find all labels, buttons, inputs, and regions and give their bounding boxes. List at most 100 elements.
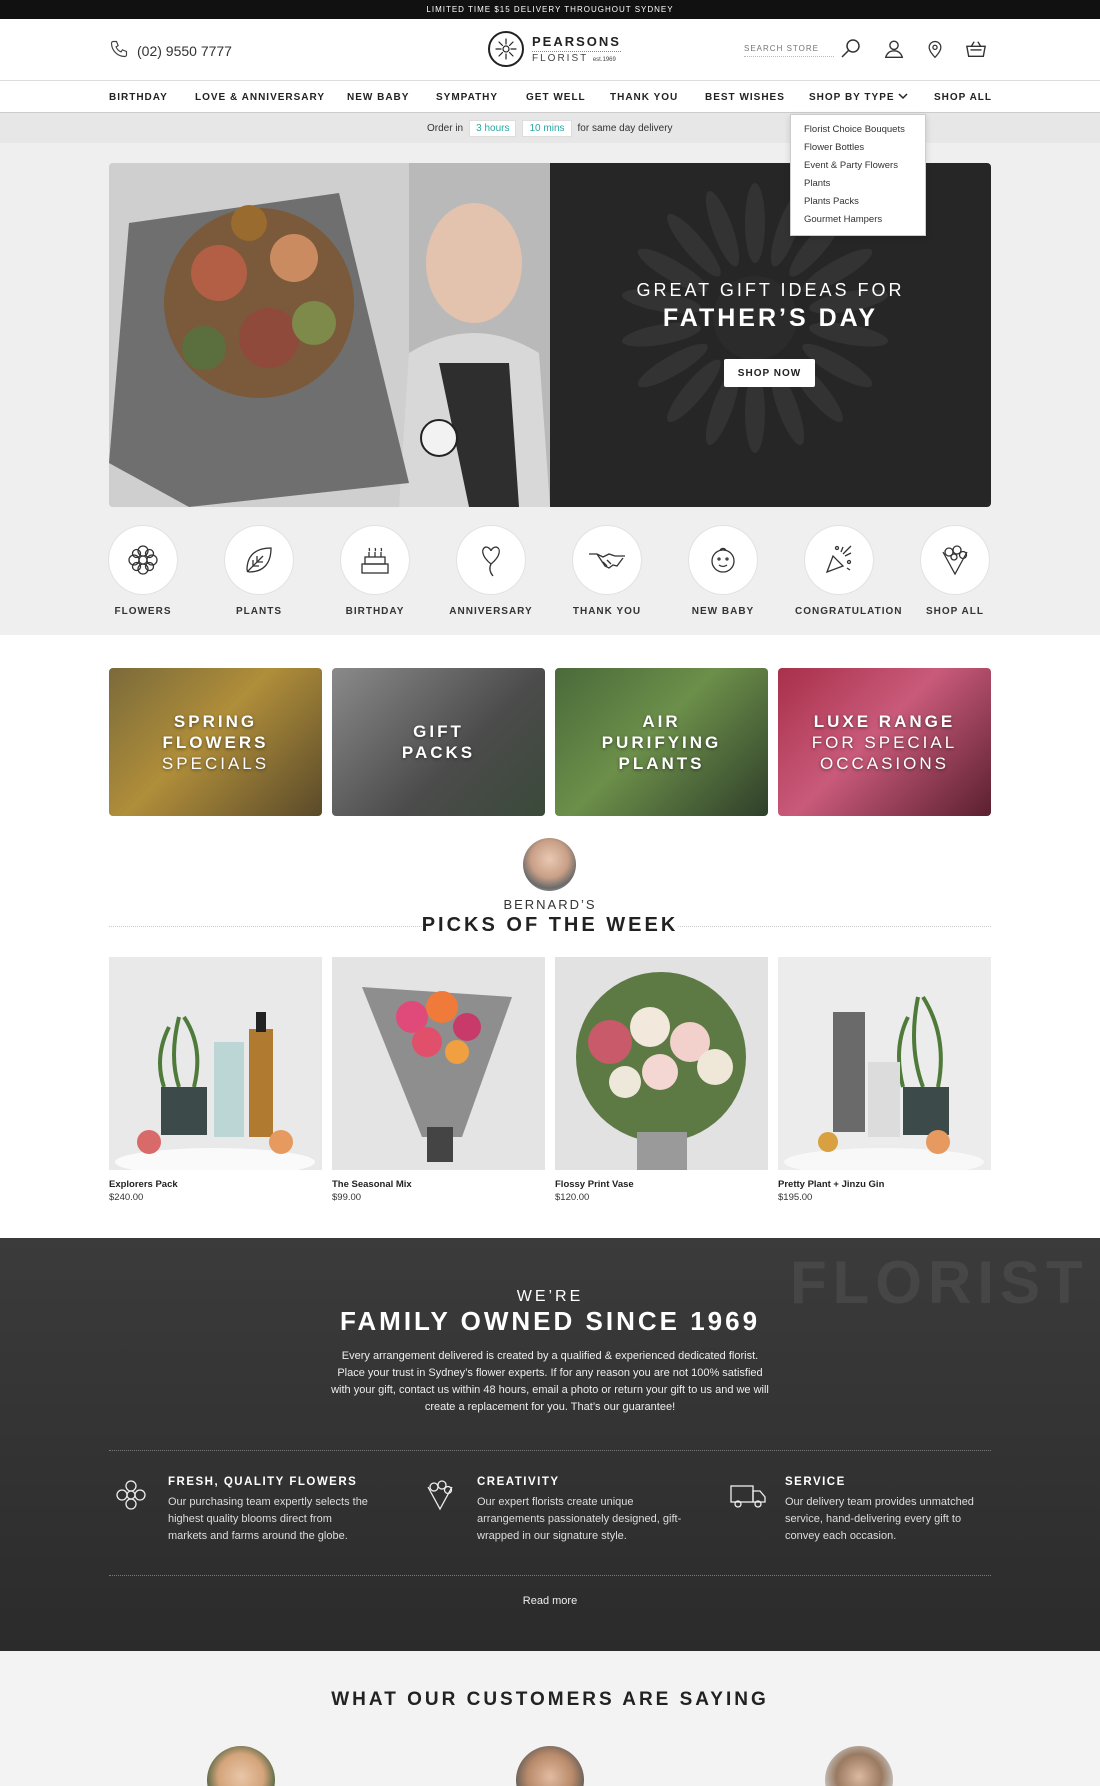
category-label: ANNIVERSARY (449, 606, 533, 617)
dropdown-item[interactable]: Plants Packs (804, 193, 925, 211)
shop-now-button[interactable]: SHOP NOW (724, 359, 815, 387)
category-new-baby[interactable]: NEW BABY (679, 526, 767, 617)
nav-item-new-baby[interactable]: NEW BABY (347, 92, 409, 103)
phone-link[interactable]: (02) 9550 7777 (109, 39, 232, 62)
delivery-countdown: Order in 3 hours 10 mins for same day de… (0, 113, 1100, 143)
logo-est: est.1969 (592, 57, 616, 63)
testimonials-title: WHAT OUR CUSTOMERS ARE SAYING (331, 1689, 769, 1710)
bouquet-icon (921, 526, 989, 594)
divider (109, 926, 422, 927)
delivery-truck-icon (729, 1476, 767, 1514)
product-price: $195.00 (778, 1192, 813, 1203)
category-thank-you[interactable]: THANK YOU (563, 526, 651, 617)
dropdown-item[interactable]: Event & Party Flowers (804, 157, 925, 175)
tile-title: SPRING FLOWERS SPECIALS (161, 711, 270, 773)
tile-luxe-range[interactable]: LUXE RANGE FOR SPECIAL OCCASIONS (778, 668, 991, 816)
product-price: $99.00 (332, 1192, 362, 1203)
location-icon[interactable] (922, 36, 948, 62)
cake-icon (341, 526, 409, 594)
divider (678, 926, 991, 927)
hero-photo[interactable] (109, 163, 550, 507)
promo-banner: LIMITED TIME $15 DELIVERY THROUGHOUT SYD… (0, 0, 1100, 19)
site-header: (02) 9550 7777 PEARSONS FLORIST est.1969 (0, 19, 1100, 81)
promo-text: LIMITED TIME $15 DELIVERY THROUGHOUT SYD… (426, 5, 674, 14)
picks-subtitle: BERNARD’S (503, 897, 597, 912)
basket-icon[interactable] (963, 36, 989, 62)
category-label: CONGRATULATION (795, 606, 903, 617)
phone-number: (02) 9550 7777 (137, 42, 232, 59)
nav-item-thank-you[interactable]: THANK YOU (610, 92, 678, 103)
tile-gift-packs[interactable]: GIFT PACKS (332, 668, 545, 816)
chevron-down-icon (898, 92, 908, 103)
nav-item-sympathy[interactable]: SYMPATHY (436, 92, 498, 103)
product-card[interactable]: The Seasonal Mix $99.00 (332, 957, 545, 1203)
search-icon[interactable] (838, 36, 864, 62)
nav-item-label: SHOP BY TYPE (809, 92, 895, 103)
tile-spring-flowers[interactable]: SPRING FLOWERS SPECIALS (109, 668, 322, 816)
nav-item-best-wishes[interactable]: BEST WISHES (705, 92, 785, 103)
product-name[interactable]: Explorers Pack (109, 1179, 322, 1190)
product-card[interactable]: Explorers Pack $240.00 (109, 957, 322, 1203)
feature-title: CREATIVITY (477, 1476, 560, 1488)
product-card[interactable]: Flossy Print Vase $120.00 (555, 957, 768, 1203)
product-name[interactable]: Flossy Print Vase (555, 1179, 768, 1190)
party-popper-icon (805, 526, 873, 594)
category-label: NEW BABY (691, 606, 755, 617)
family-subtitle: WE’RE (516, 1288, 584, 1305)
family-title: FAMILY OWNED SINCE 1969 (339, 1306, 761, 1336)
product-image[interactable] (555, 957, 768, 1170)
feature-text: Our delivery team provides unmatched ser… (785, 1496, 974, 1542)
product-price: $120.00 (555, 1192, 590, 1203)
search-input[interactable] (744, 41, 834, 57)
category-congratulation[interactable]: CONGRATULATION (795, 526, 903, 617)
flower-icon (109, 526, 177, 594)
nav-item-love-anniversary[interactable]: LOVE & ANNIVERSARY (195, 92, 325, 103)
category-flowers[interactable]: FLOWERS (99, 526, 187, 617)
nav-item-shop-by-type[interactable]: SHOP BY TYPE (809, 92, 908, 103)
product-image[interactable] (778, 957, 991, 1170)
product-price: $240.00 (109, 1192, 144, 1203)
delivery-suffix: for same day delivery (577, 123, 673, 134)
logo-name: PEARSONS (532, 34, 621, 49)
customer-avatar (825, 1746, 893, 1786)
nav-item-shop-all[interactable]: SHOP ALL (934, 92, 992, 103)
heart-balloon-icon (457, 526, 525, 594)
category-anniversary[interactable]: ANNIVERSARY (447, 526, 535, 617)
flower-icon (112, 1476, 150, 1514)
dropdown-item[interactable]: Flower Bottles (804, 139, 925, 157)
product-name[interactable]: The Seasonal Mix (332, 1179, 545, 1190)
hero-title: FATHER’S DAY (662, 304, 879, 332)
nav-item-birthday[interactable]: BIRTHDAY (109, 92, 168, 103)
product-name[interactable]: Pretty Plant + Jinzu Gin (778, 1179, 991, 1190)
tile-air-purifying-plants[interactable]: AIR PURIFYING PLANTS (555, 668, 768, 816)
category-label: BIRTHDAY (345, 606, 405, 617)
site-logo[interactable]: PEARSONS FLORIST est.1969 (488, 31, 621, 67)
dropdown-item[interactable]: Gourmet Hampers (804, 211, 925, 229)
logo-mark-icon (488, 31, 524, 67)
dropdown-item[interactable]: Plants (804, 175, 925, 193)
tile-title: AIR PURIFYING PLANTS (601, 711, 722, 773)
dropdown-item[interactable]: Florist Choice Bouquets (804, 121, 925, 139)
category-label: FLOWERS (114, 606, 172, 617)
leaf-icon (225, 526, 293, 594)
phone-icon (109, 39, 129, 62)
product-card[interactable]: Pretty Plant + Jinzu Gin $195.00 (778, 957, 991, 1203)
feature-text: Our expert florists create unique arrang… (477, 1496, 682, 1542)
customer-avatar (516, 1746, 584, 1786)
account-icon[interactable] (881, 36, 907, 62)
product-image[interactable] (109, 957, 322, 1170)
countdown-mins: 10 mins (522, 120, 572, 137)
feature-title: FRESH, QUALITY FLOWERS (168, 1476, 358, 1488)
logo-subname: FLORIST est.1969 (532, 51, 621, 64)
baby-icon (689, 526, 757, 594)
divider (109, 1450, 991, 1451)
tile-title: GIFT PACKS (401, 722, 476, 762)
category-shop-all[interactable]: SHOP ALL (911, 526, 999, 617)
read-more-link[interactable]: Read more (0, 1595, 1100, 1607)
nav-item-get-well[interactable]: GET WELL (526, 92, 586, 103)
category-plants[interactable]: PLANTS (215, 526, 303, 617)
bernard-avatar (523, 838, 576, 891)
countdown-hours: 3 hours (469, 120, 517, 137)
category-birthday[interactable]: BIRTHDAY (331, 526, 419, 617)
product-image[interactable] (332, 957, 545, 1170)
